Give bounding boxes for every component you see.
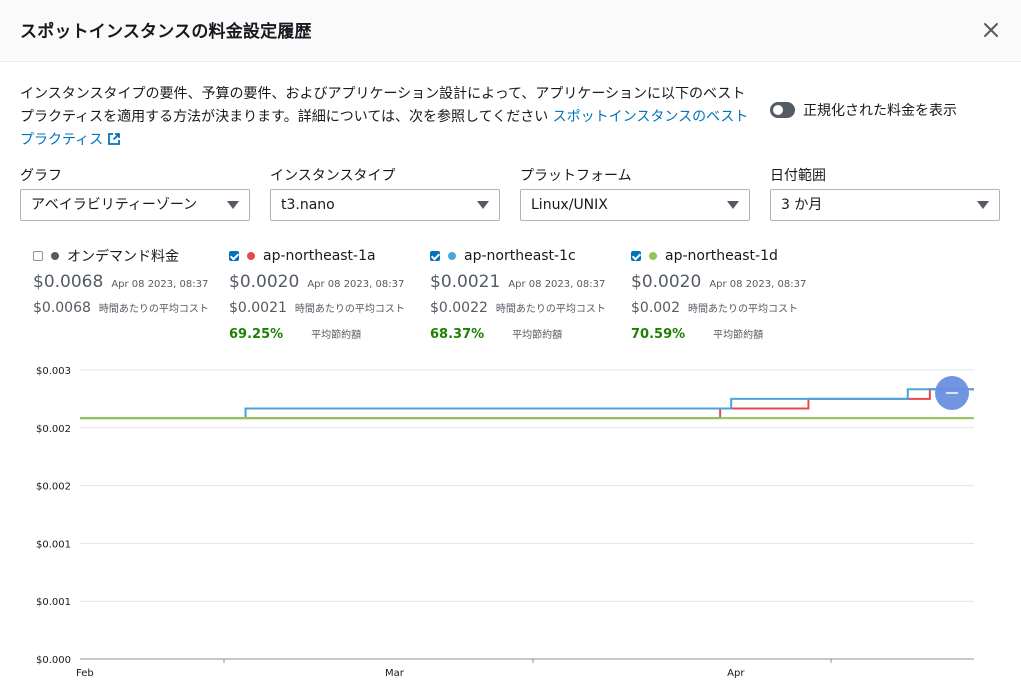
legend-name: ap-northeast-1d: [665, 248, 778, 264]
instance-type-label: インスタンスタイプ: [270, 168, 396, 184]
legend-item-ap-northeast-1a: ap-northeast-1a $0.0020 Apr 08 2023, 08:…: [229, 248, 419, 342]
legend-timestamp: Apr 08 2023, 08:37: [111, 279, 209, 290]
modal-title: スポットインスタンスの料金設定履歴: [20, 22, 312, 42]
legend-price: $0.0020: [631, 272, 702, 292]
legend-avg-cost-label: 時間あたりの平均コスト: [98, 304, 209, 315]
y-tick-label: $0.001: [36, 597, 71, 608]
y-tick-label: $0.001: [36, 539, 71, 550]
ap-northeast-1c-checkbox[interactable]: [430, 251, 440, 261]
legend-price: $0.0020: [229, 272, 300, 292]
series-line-ap-northeast-1c: [80, 388, 974, 420]
instance-type-select-value: t3.nano: [281, 197, 335, 213]
normalized-price-toggle[interactable]: [770, 102, 795, 118]
platform-label: プラットフォーム: [520, 168, 632, 184]
close-icon[interactable]: [980, 19, 1002, 41]
ap-northeast-1d-dot-icon: [649, 252, 657, 260]
legend-avg-cost: $0.0021: [229, 300, 287, 316]
graph-select[interactable]: アベイラビリティーゾーン: [20, 189, 250, 221]
platform-select-value: Linux/UNIX: [531, 197, 608, 213]
legend-name: オンデマンド料金: [67, 249, 179, 265]
legend-savings-label: 平均節約額: [311, 330, 362, 341]
legend-timestamp: Apr 08 2023, 08:37: [709, 279, 807, 290]
instance-type-select[interactable]: t3.nano: [270, 189, 500, 221]
external-link-icon: [108, 133, 121, 145]
legend-avg-cost: $0.0068: [33, 300, 91, 316]
modal-header: スポットインスタンスの料金設定履歴: [0, 0, 1021, 62]
y-tick-label: $0.003: [36, 366, 71, 377]
graph-select-value: アベイラビリティーゾーン: [31, 197, 198, 213]
x-tick-label: Apr: [727, 668, 745, 679]
toggle-label: 正規化された料金を表示: [803, 103, 957, 119]
price-history-chart[interactable]: $0.003 $0.002 $0.002 $0.001 $0.001 $0.000 Feb M…: [0, 355, 1021, 688]
date-range-select[interactable]: 3 か月: [770, 189, 1000, 221]
caret-down-icon: [977, 201, 989, 209]
legend-savings-label: 平均節約額: [713, 330, 764, 341]
graph-label: グラフ: [20, 168, 62, 184]
platform-select[interactable]: Linux/UNIX: [520, 189, 750, 221]
legend-avg-cost: $0.0022: [430, 300, 488, 316]
ap-northeast-1d-checkbox[interactable]: [631, 251, 641, 261]
legend-timestamp: Apr 08 2023, 08:37: [508, 279, 606, 290]
legend-avg-cost: $0.002: [631, 300, 680, 316]
legend-name: ap-northeast-1a: [263, 248, 376, 264]
x-tick-label: Mar: [385, 668, 405, 679]
x-tick-label: Feb: [76, 668, 94, 679]
y-tick-label: $0.000: [36, 655, 71, 666]
legend-price: $0.0068: [33, 272, 104, 292]
date-range-select-value: 3 か月: [781, 197, 823, 213]
y-tick-label: $0.002: [36, 424, 71, 435]
ap-northeast-1a-dot-icon: [247, 252, 255, 260]
legend-item-ap-northeast-1d: ap-northeast-1d $0.0020 Apr 08 2023, 08:…: [631, 248, 821, 342]
legend-avg-cost-label: 時間あたりの平均コスト: [294, 304, 405, 315]
caret-down-icon: [227, 201, 239, 209]
toggle-knob: [773, 105, 783, 115]
legend-name: ap-northeast-1c: [464, 248, 576, 264]
on-demand-dot-icon: [51, 252, 59, 260]
ap-northeast-1a-checkbox[interactable]: [229, 251, 239, 261]
legend-item-ap-northeast-1c: ap-northeast-1c $0.0021 Apr 08 2023, 08:…: [430, 248, 620, 342]
caret-down-icon: [727, 201, 739, 209]
y-tick-label: $0.002: [36, 482, 71, 493]
legend-savings: 68.37%: [430, 327, 485, 342]
legend-savings-label: 平均節約額: [512, 330, 563, 341]
date-range-label: 日付範囲: [770, 168, 826, 184]
legend-price: $0.0021: [430, 272, 501, 292]
series-line-ap-northeast-1a: [80, 388, 974, 420]
legend-item-on-demand: オンデマンド料金 $0.0068 Apr 08 2023, 08:37 $0.0…: [33, 248, 223, 316]
legend-savings: 69.25%: [229, 327, 284, 342]
on-demand-checkbox[interactable]: [33, 251, 43, 261]
legend-savings: 70.59%: [631, 327, 686, 342]
caret-down-icon: [477, 201, 489, 209]
ap-northeast-1c-dot-icon: [448, 252, 456, 260]
legend-timestamp: Apr 08 2023, 08:37: [307, 279, 405, 290]
legend-avg-cost-label: 時間あたりの平均コスト: [688, 304, 798, 315]
normalized-price-toggle-row: 正規化された料金を表示: [770, 100, 957, 120]
legend-avg-cost-label: 時間あたりの平均コスト: [495, 304, 606, 315]
modal-description: インスタンスタイプの要件、予算の要件、およびアプリケーション設計によって、アプリ…: [20, 83, 755, 152]
